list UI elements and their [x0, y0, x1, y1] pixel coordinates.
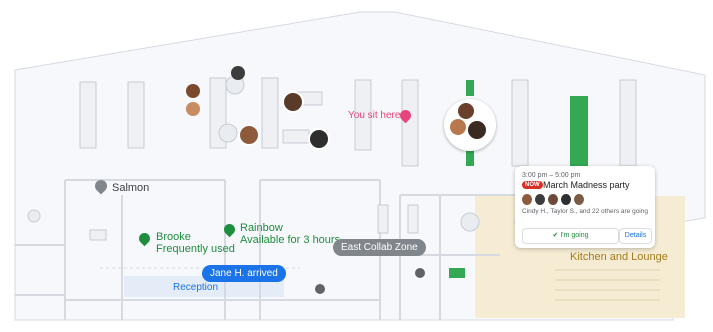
event-card[interactable]: 3:00 pm – 5:00 pm NOW March Madness part… [515, 166, 655, 248]
avatar [574, 194, 584, 205]
room-status-brooke: Frequently used [156, 243, 235, 255]
im-going-label: I'm going [560, 232, 589, 239]
avatar[interactable] [308, 128, 330, 150]
check-circle-icon: ✔ [552, 232, 559, 239]
avatar[interactable] [282, 91, 304, 113]
im-going-button[interactable]: ✔ I'm going [522, 228, 619, 244]
avatar [548, 194, 558, 205]
room-status-rainbow: Available for 3 hours [240, 234, 341, 246]
avatar[interactable] [186, 84, 200, 98]
avatar [535, 194, 545, 205]
avatar [522, 194, 532, 205]
avatar [468, 121, 486, 139]
event-attendees: Cindy H., Taylor S., and 22 others are g… [522, 208, 648, 215]
avatar [561, 194, 571, 205]
avatar [458, 103, 474, 119]
avatar[interactable] [186, 102, 200, 116]
avatar [450, 119, 466, 135]
room-label-salmon: Salmon [112, 182, 150, 194]
kitchen-label: Kitchen and Lounge [570, 251, 668, 263]
group-avatar[interactable] [444, 99, 496, 151]
avatar[interactable] [231, 66, 245, 80]
event-title: March Madness party [543, 180, 630, 190]
zone-chip-east-collab[interactable]: East Collab Zone [333, 239, 426, 256]
printer-icon[interactable] [315, 284, 325, 294]
reception-label: Reception [173, 282, 219, 293]
avatar[interactable] [238, 124, 260, 146]
attendee-avatars [522, 194, 584, 205]
printer-icon[interactable] [415, 268, 425, 278]
event-time: 3:00 pm – 5:00 pm [522, 172, 581, 179]
now-badge: NOW [522, 181, 543, 189]
arrival-chip[interactable]: Jane H. arrived [202, 265, 286, 282]
details-button[interactable]: Details [619, 228, 652, 244]
you-sit-here-label: You sit here [348, 110, 401, 121]
